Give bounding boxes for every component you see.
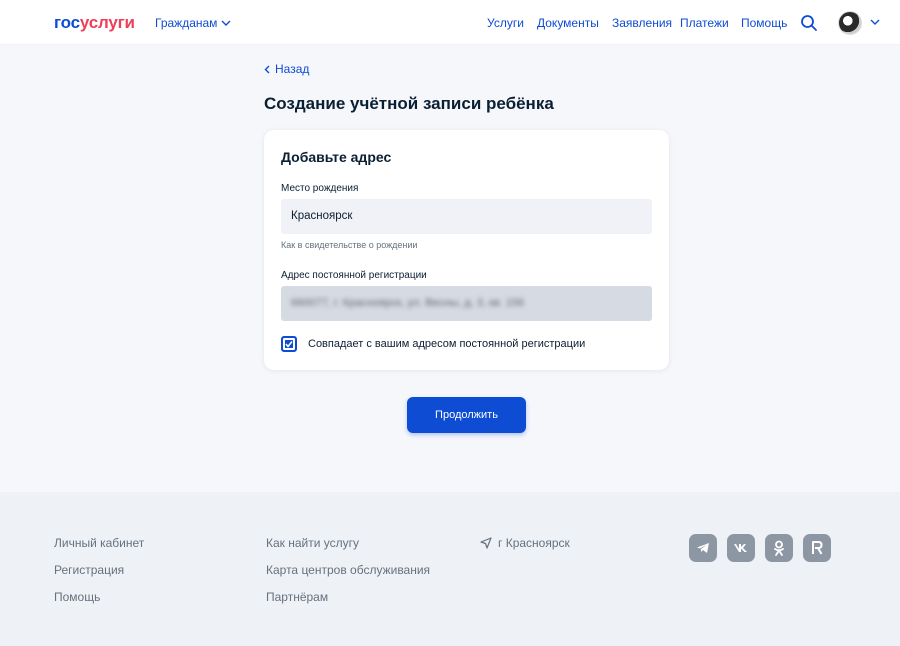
footer-link-find-service[interactable]: Как найти услугу — [266, 536, 359, 550]
back-label: Назад — [275, 62, 310, 76]
card-title: Добавьте адрес — [281, 149, 392, 165]
checkmark-icon — [285, 341, 293, 348]
chevron-left-icon — [264, 65, 270, 73]
nav-payments[interactable]: Платежи — [680, 16, 729, 30]
footer-link-help[interactable]: Помощь — [54, 590, 100, 604]
footer-link-registration[interactable]: Регистрация — [54, 563, 124, 577]
birthplace-label: Место рождения — [281, 183, 359, 194]
gosuslugi-logo[interactable]: госуслуги — [54, 13, 135, 33]
footer-link-cabinet[interactable]: Личный кабинет — [54, 536, 144, 550]
birthplace-field[interactable]: Красноярск — [281, 199, 652, 234]
search-icon[interactable] — [800, 14, 818, 32]
chevron-down-icon — [221, 20, 231, 26]
address-card: Добавьте адрес Место рождения Красноярск… — [264, 130, 669, 370]
ok-icon[interactable] — [765, 534, 793, 562]
vk-icon[interactable] — [727, 534, 755, 562]
back-link[interactable]: Назад — [264, 62, 309, 76]
registration-value: 660077, г. Красноярск, ул. Весны, д. 3, … — [291, 297, 525, 309]
logo-part-uslugi: услуги — [79, 13, 135, 32]
footer-link-partners[interactable]: Партнёрам — [266, 590, 328, 604]
header: госуслуги Гражданам Услуги Документы Зая… — [0, 0, 900, 45]
audience-selector[interactable]: Гражданам — [155, 16, 231, 30]
main-content: Назад Создание учётной записи ребёнка До… — [0, 45, 900, 492]
same-address-label[interactable]: Совпадает с вашим адресом постоянной рег… — [308, 338, 585, 350]
registration-field[interactable]: 660077, г. Красноярск, ул. Весны, д. 3, … — [281, 286, 652, 321]
location-selector[interactable]: г Красноярск — [480, 536, 570, 550]
birthplace-value: Красноярск — [291, 210, 353, 222]
page-title: Создание учётной записи ребёнка — [264, 94, 554, 113]
footer: Личный кабинет Регистрация Помощь Как на… — [0, 492, 900, 646]
nav-services[interactable]: Услуги — [487, 16, 524, 30]
continue-button[interactable]: Продолжить — [407, 397, 526, 433]
telegram-icon[interactable] — [689, 534, 717, 562]
logo-part-gos: гос — [54, 13, 80, 32]
location-arrow-icon — [480, 537, 492, 549]
audience-label: Гражданам — [155, 16, 218, 30]
nav-help[interactable]: Помощь — [741, 16, 787, 30]
birthplace-hint: Как в свидетельстве о рождении — [281, 240, 418, 250]
avatar[interactable] — [838, 11, 862, 35]
location-label: г Красноярск — [498, 536, 570, 550]
footer-link-service-centers[interactable]: Карта центров обслуживания — [266, 563, 430, 577]
rutube-icon[interactable] — [803, 534, 831, 562]
registration-label: Адрес постоянной регистрации — [281, 270, 427, 281]
chevron-down-icon[interactable] — [870, 18, 880, 26]
nav-documents[interactable]: Документы — [537, 16, 599, 30]
nav-applications[interactable]: Заявления — [612, 16, 672, 30]
same-address-checkbox[interactable] — [281, 336, 297, 352]
